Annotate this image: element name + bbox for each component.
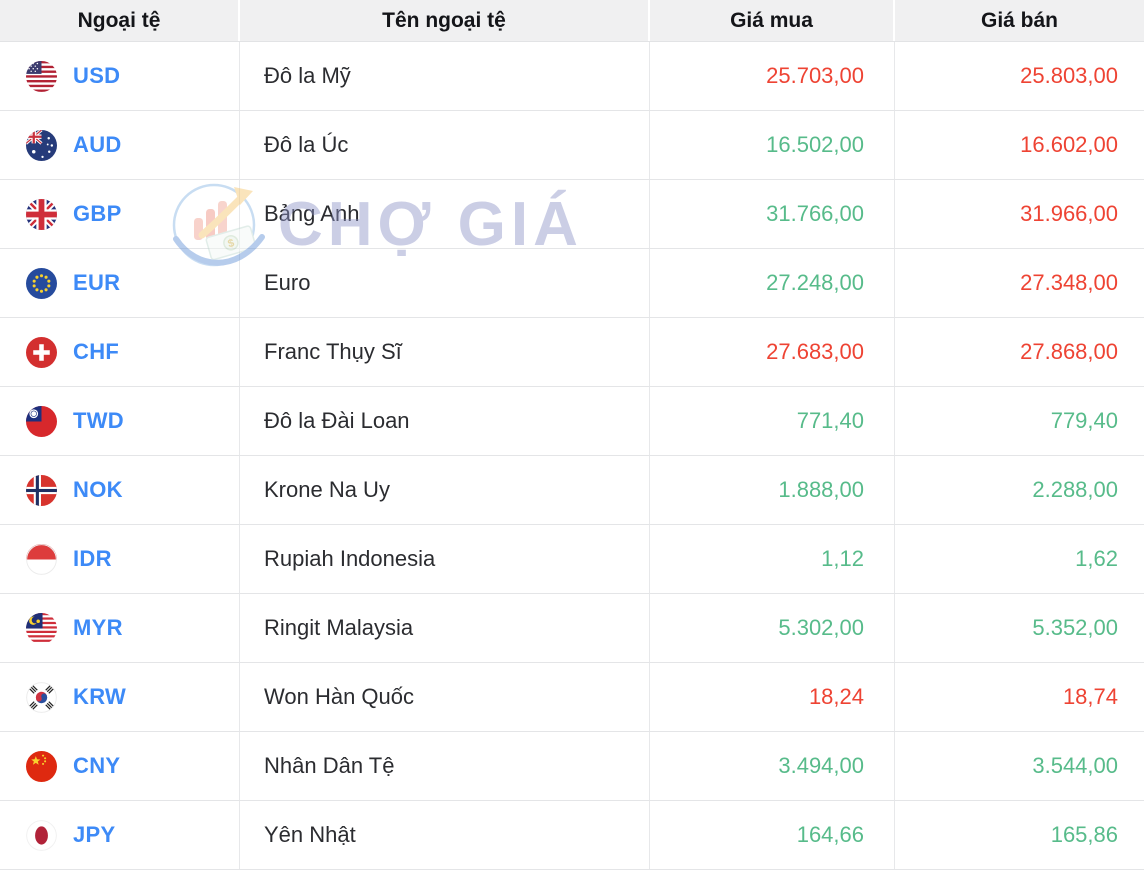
currency-cell: GBP — [0, 180, 240, 248]
table-body: USD Đô la Mỹ 25.703,00 25.803,00 AUD Đô la Úc… — [0, 42, 1144, 870]
currency-code-link[interactable]: KRW — [73, 684, 126, 710]
currency-cell: KRW — [0, 663, 240, 731]
buy-price: 1.888,00 — [650, 456, 895, 524]
sell-price: 16.602,00 — [1020, 132, 1118, 157]
currency-name: Đô la Mỹ — [240, 42, 650, 110]
ch-flag-icon — [26, 336, 57, 368]
currency-name: Won Hàn Quốc — [240, 663, 650, 731]
currency-code-link[interactable]: GBP — [73, 201, 122, 227]
sell-price: 2.288,00 — [1032, 477, 1118, 502]
currency-cell: JPY — [0, 801, 240, 869]
table-row: USD Đô la Mỹ 25.703,00 25.803,00 — [0, 42, 1144, 111]
currency-name: Krone Na Uy — [240, 456, 650, 524]
column-header-currency-name: Tên ngoại tệ — [240, 0, 650, 41]
buy-price: 1,12 — [650, 525, 895, 593]
sell-price: 18,74 — [1062, 684, 1118, 709]
table-row: IDR Rupiah Indonesia 1,12 1,62 — [0, 525, 1144, 594]
buy-price: 164,66 — [650, 801, 895, 869]
buy-price: 31.766,00 — [650, 180, 895, 248]
sell-price: 165,86 — [1050, 822, 1118, 847]
currency-cell: MYR — [0, 594, 240, 662]
currency-name: Bảng Anh — [240, 180, 650, 248]
currency-cell: AUD — [0, 111, 240, 179]
currency-code-link[interactable]: MYR — [73, 615, 123, 641]
sell-price: 3.544,00 — [1032, 753, 1118, 778]
currency-cell: EUR — [0, 249, 240, 317]
currency-code-link[interactable]: USD — [73, 63, 120, 89]
au-flag-icon — [26, 129, 57, 161]
sell-price: 1,62 — [1075, 546, 1118, 571]
table-row: AUD Đô la Úc 16.502,00 16.602,00 — [0, 111, 1144, 180]
table-row: KRW Won Hàn Quốc 18,24 18,74 — [0, 663, 1144, 732]
id-flag-icon — [26, 543, 57, 575]
tw-flag-icon — [26, 405, 57, 437]
currency-cell: CHF — [0, 318, 240, 386]
buy-price: 16.502,00 — [650, 111, 895, 179]
currency-code-link[interactable]: CNY — [73, 753, 120, 779]
buy-price: 18,24 — [650, 663, 895, 731]
sell-price: 31.966,00 — [1020, 201, 1118, 226]
currency-cell: CNY — [0, 732, 240, 800]
buy-price: 771,40 — [650, 387, 895, 455]
jp-flag-icon — [26, 819, 57, 851]
table-row: EUR Euro 27.248,00 27.348,00 — [0, 249, 1144, 318]
currency-name: Rupiah Indonesia — [240, 525, 650, 593]
exchange-rate-table: Ngoại tệ Tên ngoại tệ Giá mua Giá bán US… — [0, 0, 1144, 870]
currency-name: Euro — [240, 249, 650, 317]
eu-flag-icon — [26, 267, 57, 299]
table-row: CHF Franc Thụy Sĩ 27.683,00 27.868,00 — [0, 318, 1144, 387]
currency-code-link[interactable]: CHF — [73, 339, 119, 365]
my-flag-icon — [26, 612, 57, 644]
buy-price: 27.683,00 — [650, 318, 895, 386]
column-header-sell-price: Giá bán — [980, 8, 1059, 32]
currency-cell: IDR — [0, 525, 240, 593]
cn-flag-icon — [26, 750, 57, 782]
currency-code-link[interactable]: TWD — [73, 408, 124, 434]
no-flag-icon — [26, 474, 57, 506]
table-row: JPY Yên Nhật 164,66 165,86 — [0, 801, 1144, 870]
gb-flag-icon — [26, 198, 57, 230]
currency-code-link[interactable]: IDR — [73, 546, 112, 572]
currency-name: Nhân Dân Tệ — [240, 732, 650, 800]
sell-price: 5.352,00 — [1032, 615, 1118, 640]
table-row: CNY Nhân Dân Tệ 3.494,00 3.544,00 — [0, 732, 1144, 801]
currency-code-link[interactable]: JPY — [73, 822, 115, 848]
sell-price: 25.803,00 — [1020, 63, 1118, 88]
buy-price: 3.494,00 — [650, 732, 895, 800]
buy-price: 25.703,00 — [650, 42, 895, 110]
currency-name: Ringit Malaysia — [240, 594, 650, 662]
table-row: MYR Ringit Malaysia 5.302,00 5.352,00 — [0, 594, 1144, 663]
currency-code-link[interactable]: EUR — [73, 270, 120, 296]
currency-name: Franc Thụy Sĩ — [240, 318, 650, 386]
table-row: NOK Krone Na Uy 1.888,00 2.288,00 — [0, 456, 1144, 525]
currency-name: Đô la Đài Loan — [240, 387, 650, 455]
kr-flag-icon — [26, 681, 57, 713]
currency-cell: NOK — [0, 456, 240, 524]
buy-price: 5.302,00 — [650, 594, 895, 662]
currency-cell: TWD — [0, 387, 240, 455]
column-header-currency: Ngoại tệ — [0, 0, 240, 41]
table-header: Ngoại tệ Tên ngoại tệ Giá mua Giá bán — [0, 0, 1144, 42]
us-flag-icon — [26, 60, 57, 92]
table-row: GBP Bảng Anh 31.766,00 31.966,00 — [0, 180, 1144, 249]
sell-price: 27.868,00 — [1020, 339, 1118, 364]
table-row: TWD Đô la Đài Loan 771,40 779,40 — [0, 387, 1144, 456]
currency-name: Đô la Úc — [240, 111, 650, 179]
buy-price: 27.248,00 — [650, 249, 895, 317]
sell-price: 779,40 — [1050, 408, 1118, 433]
currency-name: Yên Nhật — [240, 801, 650, 869]
sell-price: 27.348,00 — [1020, 270, 1118, 295]
currency-code-link[interactable]: AUD — [73, 132, 122, 158]
currency-code-link[interactable]: NOK — [73, 477, 123, 503]
column-header-buy-price: Giá mua — [650, 0, 895, 41]
currency-cell: USD — [0, 42, 240, 110]
